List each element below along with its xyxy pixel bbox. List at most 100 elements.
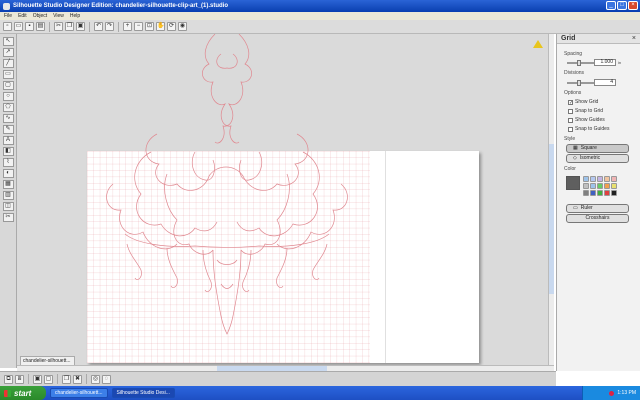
close-button[interactable]: × <box>628 1 638 10</box>
deselect-icon[interactable]: ▢ <box>44 374 53 384</box>
color-swatch[interactable] <box>597 176 603 182</box>
color-swatch[interactable] <box>583 176 589 182</box>
rounded-rectangle-tool-icon[interactable]: ▢ <box>2 81 14 90</box>
polygon-tool-icon[interactable]: ⬠ <box>2 103 14 112</box>
select-tool-icon[interactable]: ↖ <box>2 37 14 46</box>
knife-tool-icon[interactable]: ⌇ <box>2 158 14 167</box>
color-swatch[interactable] <box>611 183 617 189</box>
color-swatch[interactable] <box>604 183 610 189</box>
menu-file[interactable]: File <box>4 13 12 19</box>
left-toolbar: ↖ ↗ ╱ ▭ ▢ ○ ⬠ ∿ ✎ A ◧ ⌇ ◐ ▦ ▥ ◫ ✂ <box>0 34 17 368</box>
main-toolbar: ▫ ▭ ▪ ▤ ✂ ❐ ▣ ↶ ↷ + − ⊡ ✋ ⟳ ◉ <box>0 20 640 34</box>
make-compound-path-icon[interactable]: ◎ <box>91 374 100 384</box>
library-tool-icon[interactable]: ▥ <box>2 191 14 200</box>
point-edit-tool-icon[interactable]: ↗ <box>2 48 14 57</box>
color-swatch[interactable] <box>604 176 610 182</box>
show-grid-check-icon[interactable]: ✓ <box>568 99 573 105</box>
pan-icon[interactable]: ✋ <box>156 22 165 31</box>
window-title: Silhouette Studio Designer Edition: chan… <box>13 3 229 9</box>
new-icon[interactable]: ▫ <box>3 22 12 31</box>
paste-icon[interactable]: ▣ <box>76 22 85 31</box>
maximize-button[interactable]: □ <box>617 1 627 10</box>
color-swatch[interactable] <box>583 190 589 196</box>
tray-icon[interactable] <box>609 390 615 396</box>
panel-title: Grid <box>561 35 576 42</box>
cut-icon[interactable]: ✂ <box>54 22 63 31</box>
style-square-button[interactable]: ▦ Square <box>566 144 629 153</box>
delete-icon[interactable]: ✖ <box>73 374 82 384</box>
title-bar: Silhouette Studio Designer Edition: chan… <box>0 0 640 12</box>
open-icon[interactable]: ▭ <box>14 22 23 31</box>
curve-tool-icon[interactable]: ∿ <box>2 114 14 123</box>
cut-settings-tool-icon[interactable]: ✂ <box>2 213 14 222</box>
style-isometric-button[interactable]: ◇ Isometric <box>566 154 629 163</box>
system-tray: 1:13 PM <box>582 386 640 400</box>
redo-icon[interactable]: ↷ <box>105 22 114 31</box>
select-all-icon[interactable]: ▣ <box>33 374 42 384</box>
options-label: Options <box>564 90 582 96</box>
duplicate-icon[interactable]: ❐ <box>62 374 71 384</box>
spacing-field[interactable]: 1.000 <box>594 59 616 66</box>
menu-help[interactable]: Help <box>70 13 80 19</box>
vertical-scrollbar[interactable] <box>548 34 554 368</box>
color-swatch[interactable] <box>597 190 603 196</box>
ruler-button[interactable]: ▭ Ruler <box>566 204 629 213</box>
copy-icon[interactable]: ❐ <box>65 22 74 31</box>
menu-object[interactable]: Object <box>33 13 47 19</box>
release-compound-path-icon[interactable]: ◌ <box>102 374 111 384</box>
text-tool-icon[interactable]: A <box>2 136 14 145</box>
taskbar-item-silhouette-studio[interactable]: Silhouette Studio Desi... <box>111 388 175 398</box>
weld-icon[interactable]: ◉ <box>178 22 187 31</box>
fill-tool-icon[interactable]: ◐ <box>2 169 14 178</box>
zoom-fit-icon[interactable]: ⊡ <box>145 22 154 31</box>
freehand-tool-icon[interactable]: ✎ <box>2 125 14 134</box>
line-tool-icon[interactable]: ╱ <box>2 59 14 68</box>
print-icon[interactable]: ▤ <box>36 22 45 31</box>
color-swatch[interactable] <box>590 183 596 189</box>
color-swatch[interactable] <box>583 183 589 189</box>
color-swatch[interactable] <box>611 176 617 182</box>
zoom-in-icon[interactable]: + <box>123 22 132 31</box>
color-swatch[interactable] <box>590 190 596 196</box>
divisions-field[interactable]: 4 <box>594 79 616 86</box>
design-workspace[interactable] <box>17 34 554 368</box>
taskbar-item-browser[interactable]: chandelier-silhouett... <box>50 388 108 398</box>
crosshairs-button[interactable]: Crosshairs <box>566 214 629 223</box>
grid-settings-panel: Grid × Spacing 1.000 in Divisions 4 Opti… <box>556 34 640 371</box>
warning-icon[interactable] <box>533 40 543 48</box>
start-button[interactable]: start <box>0 386 46 400</box>
group-icon[interactable]: ⧉ <box>4 374 13 384</box>
store-tool-icon[interactable]: ◫ <box>2 202 14 211</box>
menu-edit[interactable]: Edit <box>18 13 27 19</box>
save-icon[interactable]: ▪ <box>25 22 34 31</box>
current-grid-color-swatch[interactable] <box>566 176 580 190</box>
spacing-slider-handle[interactable] <box>577 60 581 66</box>
close-panel-icon[interactable]: × <box>632 35 636 42</box>
snap-to-guides-checkbox[interactable]: Snap to Guides <box>568 126 609 132</box>
color-swatch[interactable] <box>590 176 596 182</box>
eraser-tool-icon[interactable]: ◧ <box>2 147 14 156</box>
undo-icon[interactable]: ↶ <box>94 22 103 31</box>
show-grid-checkbox[interactable]: ✓ Show Grid <box>568 99 598 105</box>
minimize-button[interactable]: _ <box>606 1 616 10</box>
color-swatch[interactable] <box>611 190 617 196</box>
vertical-scroll-thumb[interactable] <box>549 144 554 294</box>
grid-tool-icon[interactable]: ▦ <box>2 180 14 189</box>
color-swatches <box>583 176 617 196</box>
bottom-toolbar: ⧉ ⧈ ▣ ▢ ❐ ✖ ◎ ◌ <box>0 371 556 386</box>
zoom-out-icon[interactable]: − <box>134 22 143 31</box>
redraw-icon[interactable]: ⟳ <box>167 22 176 31</box>
divisions-slider-handle[interactable] <box>577 80 581 86</box>
document-tab[interactable]: chandelier-silhouett... <box>20 356 75 365</box>
snap-to-grid-checkbox[interactable]: Snap to Grid <box>568 108 603 114</box>
menu-view[interactable]: View <box>53 13 64 19</box>
windows-taskbar: start chandelier-silhouett... Silhouette… <box>0 386 640 400</box>
show-guides-checkbox[interactable]: Show Guides <box>568 117 605 123</box>
color-swatch[interactable] <box>597 183 603 189</box>
rectangle-tool-icon[interactable]: ▭ <box>2 70 14 79</box>
spacing-unit: in <box>618 60 622 65</box>
ellipse-tool-icon[interactable]: ○ <box>2 92 14 101</box>
ungroup-icon[interactable]: ⧈ <box>15 374 24 384</box>
panel-header: Grid × <box>557 34 640 44</box>
color-swatch[interactable] <box>604 190 610 196</box>
